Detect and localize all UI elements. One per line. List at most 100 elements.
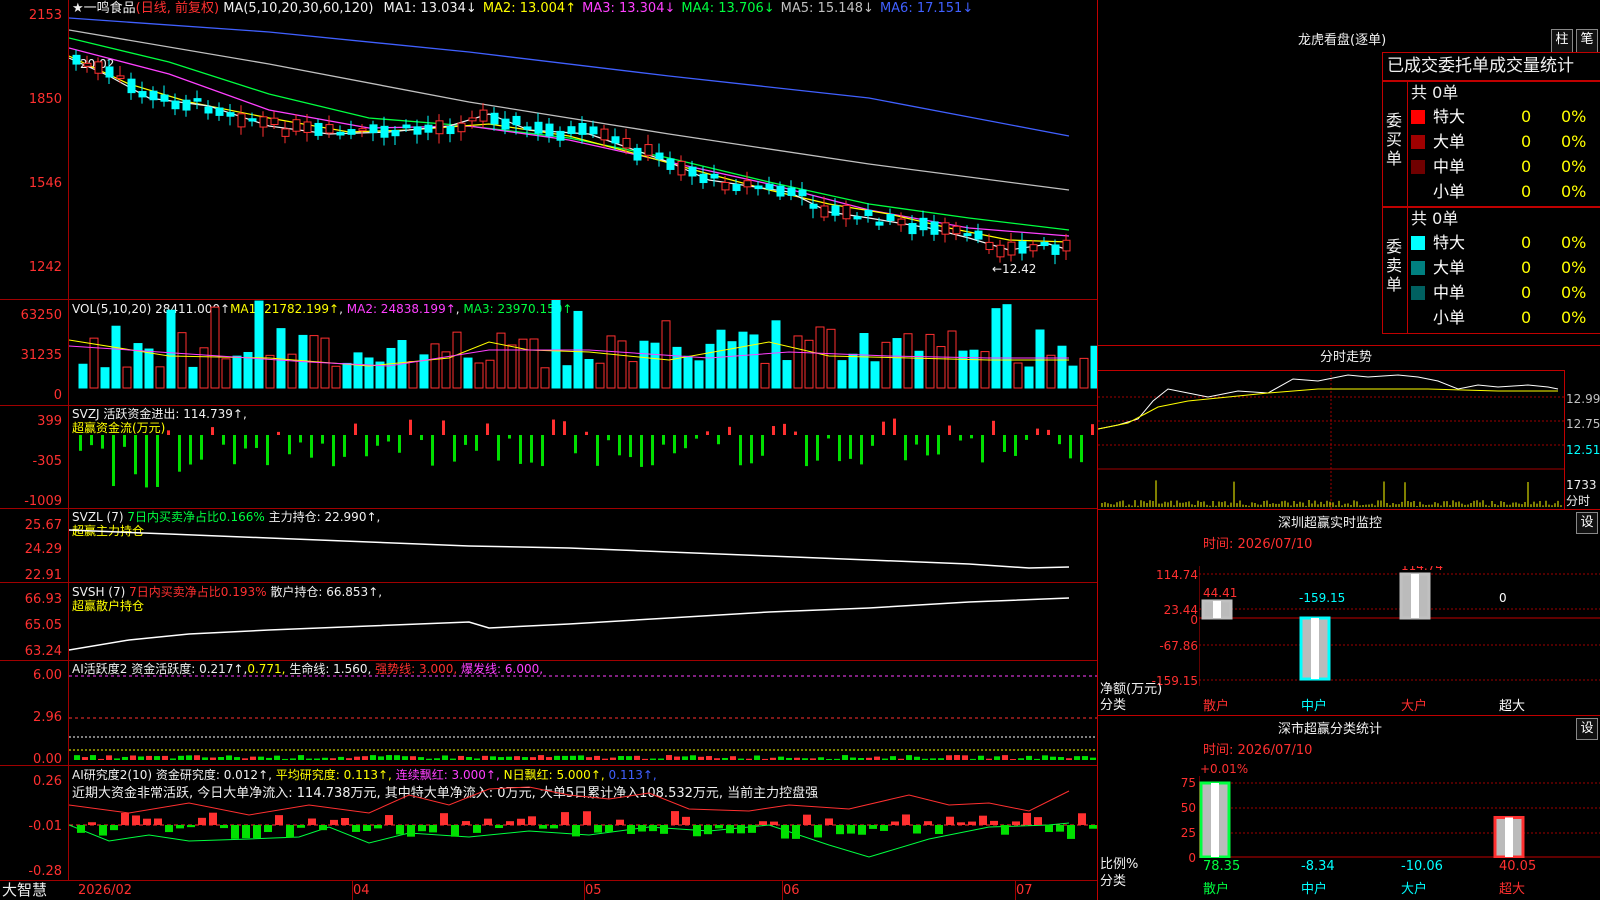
- volume-bar: [166, 309, 176, 389]
- candle-body: [754, 185, 763, 190]
- ai1-axis-label: 2.96: [33, 710, 62, 725]
- candle-body: [952, 225, 961, 235]
- order-row-4: 小单 0 0%: [1411, 180, 1600, 204]
- activity-bar: [1074, 756, 1080, 760]
- research-bar: [154, 818, 162, 825]
- volume-bar: [683, 355, 693, 389]
- buy-total: 共 0单: [1411, 83, 1459, 102]
- activity-bar: [698, 756, 704, 760]
- buy-side-label: 委买单: [1386, 111, 1403, 168]
- flow-bar: [79, 435, 82, 451]
- candle-body: [622, 137, 631, 149]
- flow-bar: [442, 420, 445, 435]
- order-size: 中单: [1433, 157, 1466, 176]
- flow-bar: [1058, 435, 1061, 445]
- divider: [1098, 715, 1600, 716]
- candle-body: [930, 221, 939, 235]
- candle-body: [72, 54, 81, 65]
- svzl-chart[interactable]: [69, 508, 1097, 582]
- candle-body: [413, 126, 422, 135]
- activity-bar: [346, 758, 352, 760]
- order-size: 小单: [1433, 182, 1466, 201]
- flow-bar: [904, 435, 907, 461]
- flow-bar: [651, 435, 654, 466]
- candlestick-chart[interactable]: [69, 14, 1097, 299]
- research-bar: [968, 821, 976, 825]
- bar-mode-button[interactable]: 柱: [1551, 29, 1573, 53]
- x-axis-label: 06: [783, 883, 800, 898]
- volume-bar: [177, 332, 187, 389]
- research-bar: [638, 825, 646, 832]
- flow-bar: [959, 435, 962, 441]
- research-bar: [220, 825, 228, 829]
- candle-body: [402, 124, 411, 129]
- volume-bar: [738, 331, 748, 389]
- ma2-line: [69, 55, 1070, 243]
- volume-bar: [1090, 345, 1097, 389]
- volume-chart[interactable]: [69, 300, 1097, 405]
- activity-bar: [482, 755, 488, 760]
- flow-bar: [134, 435, 137, 475]
- candle-body: [171, 100, 180, 110]
- volume-bar: [496, 332, 506, 389]
- svsh-axis-label: 65.05: [24, 618, 62, 633]
- classify-chart[interactable]: [1199, 776, 1600, 858]
- activity-bar: [762, 758, 768, 760]
- research-bar: [396, 825, 404, 835]
- intraday-chart-box[interactable]: [1097, 370, 1565, 510]
- activity-bar: [850, 757, 856, 760]
- research-bar: [935, 825, 943, 835]
- volume-bar: [144, 348, 154, 389]
- brand-label: 大智慧: [2, 881, 48, 899]
- candle-body: [633, 147, 642, 161]
- activity-bar: [146, 755, 152, 760]
- intraday-title: 分时走势: [1320, 350, 1373, 365]
- activity-bar: [810, 758, 816, 760]
- activity-bar: [730, 756, 736, 760]
- activity-bar: [1042, 755, 1048, 760]
- activity-bar: [754, 755, 760, 760]
- classify-settings-button[interactable]: 设: [1576, 718, 1598, 740]
- volume-bar: [1024, 366, 1034, 389]
- volume-bar: [1079, 357, 1089, 389]
- flow-bar: [893, 418, 896, 435]
- ai2-chart[interactable]: [69, 765, 1097, 880]
- activity-bar: [602, 758, 608, 760]
- monitor-chart[interactable]: 44.41 -159.15 114.74 0: [1199, 566, 1600, 686]
- svsh-chart[interactable]: [69, 582, 1097, 660]
- volume-bar: [848, 353, 858, 389]
- ai2-axis-label: -0.28: [28, 864, 62, 879]
- activity-bar: [306, 758, 312, 760]
- candle-body: [160, 94, 169, 102]
- order-size: 特大: [1433, 107, 1466, 126]
- flow-bar: [640, 435, 643, 467]
- tick-mode-button[interactable]: 笔: [1576, 29, 1598, 53]
- flow-bar: [332, 435, 335, 467]
- flow-bar: [354, 423, 357, 435]
- order-count: 0: [1521, 157, 1532, 176]
- monitor-category-label: 分类: [1100, 698, 1127, 713]
- research-bar: [253, 825, 261, 839]
- activity-bar: [1034, 758, 1040, 760]
- activity-bar: [290, 758, 296, 760]
- volume-bar: [386, 347, 396, 389]
- volume-bar: [837, 360, 847, 389]
- research-bar: [242, 825, 250, 839]
- research-bar: [231, 825, 239, 839]
- research-bar: [649, 825, 657, 832]
- research-bar: [1034, 817, 1042, 825]
- research-bar: [297, 825, 305, 828]
- activity-bar: [962, 755, 968, 760]
- flow-bar: [816, 435, 819, 461]
- order-size: 大单: [1433, 132, 1466, 151]
- monitor-settings-button[interactable]: 设: [1576, 512, 1598, 534]
- svzj-chart[interactable]: [69, 405, 1097, 508]
- research-bar: [814, 825, 822, 838]
- volume-bar: [507, 344, 517, 389]
- ai1-chart[interactable]: [69, 660, 1097, 765]
- candle-body: [545, 123, 554, 137]
- flow-bar: [365, 435, 368, 457]
- volume-bar: [694, 360, 704, 389]
- candle-body: [149, 90, 158, 101]
- order-pct: 0%: [1561, 233, 1587, 252]
